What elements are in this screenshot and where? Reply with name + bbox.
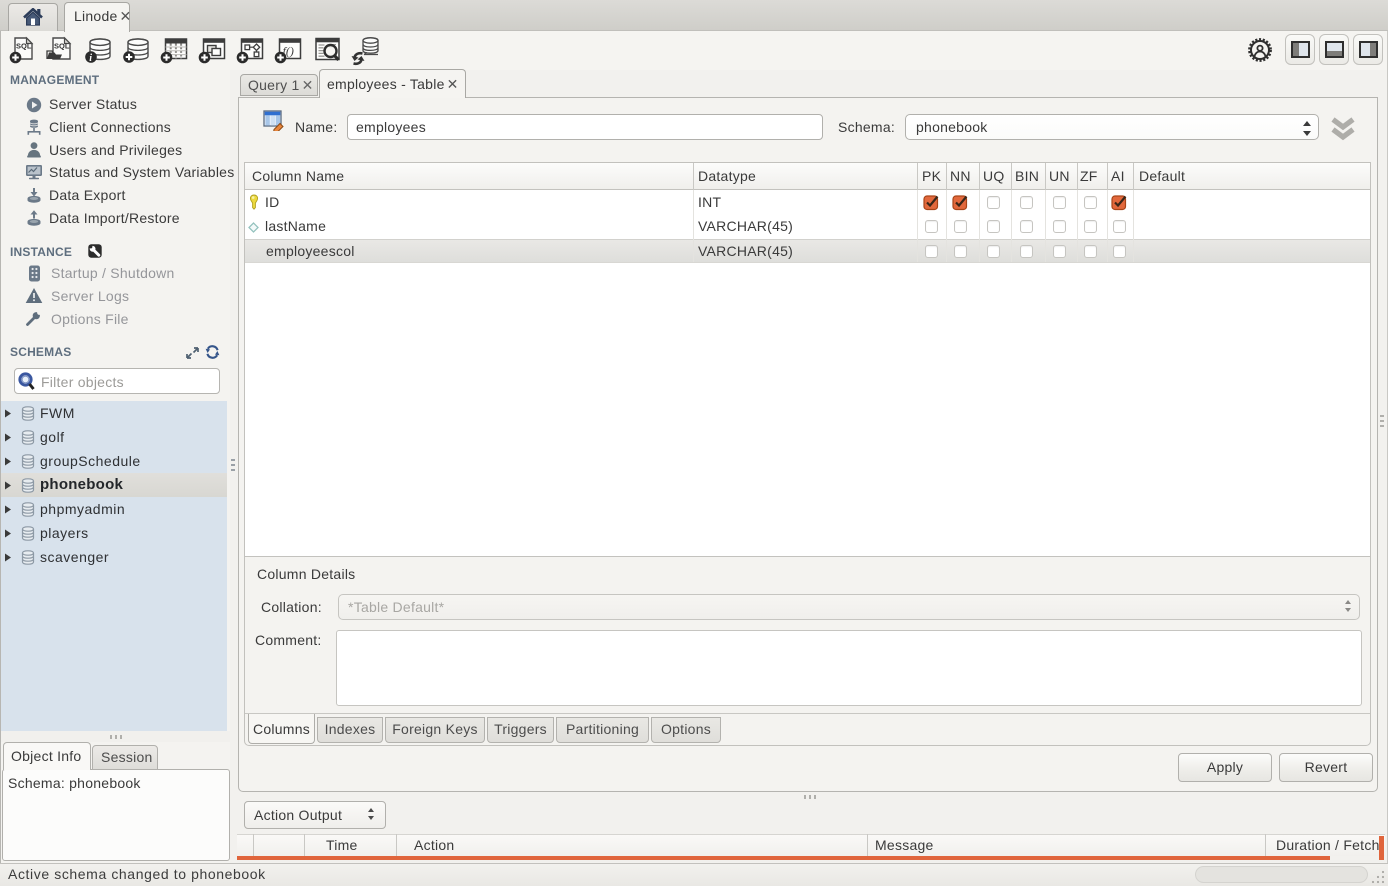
svg-text:SQL: SQL — [16, 42, 32, 51]
svg-text:SQL: SQL — [54, 42, 70, 51]
svg-text:i: i — [89, 53, 92, 64]
